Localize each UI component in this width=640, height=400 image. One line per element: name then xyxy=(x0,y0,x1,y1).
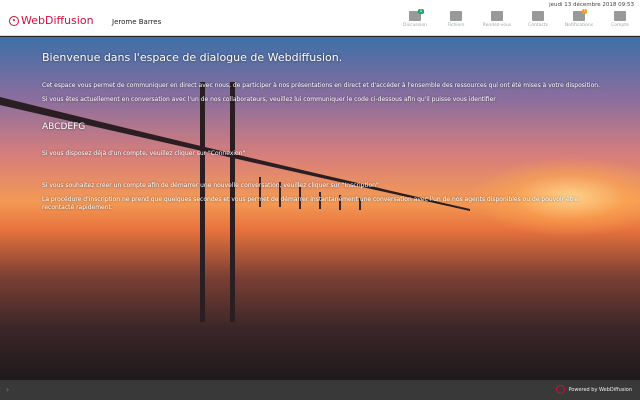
user-name: Jerome Barres xyxy=(112,18,162,26)
signup-details: La procédure d'inscription ne prend que … xyxy=(42,196,579,211)
nav-label: Fichiers xyxy=(447,23,465,28)
login-instructions: Si vous disposez déjà d'un compte, veuil… xyxy=(42,150,246,157)
identification-code: ABCDEFG xyxy=(42,122,86,132)
logo[interactable]: WebDiffusion xyxy=(9,14,94,27)
nav-notifications[interactable]: ! Notifications xyxy=(559,9,599,28)
footer: › Powered by WebDiffusion xyxy=(0,380,640,400)
nav-bar: 1 Discussion Fichiers Rendez-vous Contact… xyxy=(394,9,640,28)
nav-calendar[interactable]: Rendez-vous xyxy=(477,11,517,28)
webdiffusion-logo-icon xyxy=(556,385,566,394)
badge: ! xyxy=(582,9,587,14)
welcome-title: Bienvenue dans l'espace de dialogue de W… xyxy=(42,51,343,64)
welcome-content: Bienvenue dans l'espace de dialogue de W… xyxy=(42,51,602,212)
code-instructions: Si vous êtes actuellement en conversatio… xyxy=(42,96,496,103)
nav-label: Contacts xyxy=(528,23,548,28)
expand-arrow-icon[interactable]: › xyxy=(6,385,9,394)
nav-files[interactable]: Fichiers xyxy=(436,11,476,28)
intro-text: Cet espace vous permet de communiquer en… xyxy=(42,82,600,89)
nav-label: Compte xyxy=(611,23,629,28)
nav-account[interactable]: Compte xyxy=(600,11,640,28)
powered-by[interactable]: Powered by WebDiffusion xyxy=(556,385,632,394)
powered-by-text: Powered by WebDiffusion xyxy=(568,386,632,393)
top-bar: jeudi 13 décembre 2018 09:53 WebDiffusio… xyxy=(0,0,640,36)
badge: 1 xyxy=(418,9,424,14)
logo-icon xyxy=(9,15,19,26)
date-time: jeudi 13 décembre 2018 09:53 xyxy=(549,2,634,8)
welcome-panel: Bienvenue dans l'espace de dialogue de W… xyxy=(0,37,640,380)
contacts-icon xyxy=(532,11,544,21)
calendar-icon xyxy=(491,11,503,21)
nav-contacts[interactable]: Contacts xyxy=(518,11,558,28)
nav-discussion[interactable]: 1 Discussion xyxy=(395,9,435,28)
nav-label: Rendez-vous xyxy=(482,23,512,28)
signup-instructions: Si vous souhaitez créer un compte afin d… xyxy=(42,182,379,189)
user-icon xyxy=(614,11,626,21)
folder-icon xyxy=(450,11,462,21)
logo-text: WebDiffusion xyxy=(21,14,94,27)
nav-label: Discussion xyxy=(403,23,427,28)
nav-label: Notifications xyxy=(564,23,594,28)
